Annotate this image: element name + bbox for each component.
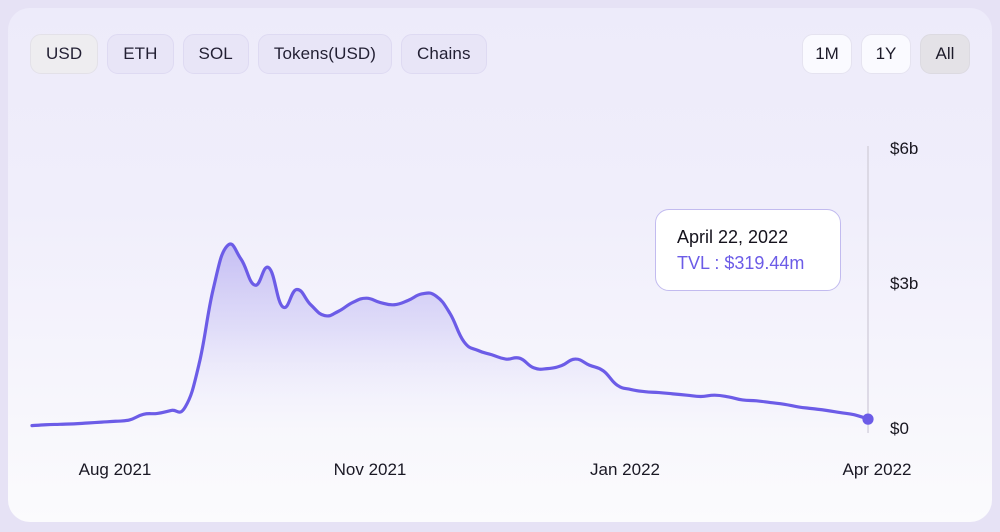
range-button-all-label: All <box>935 44 955 63</box>
chart-toolbar: USD ETH SOL Tokens(USD) Chains 1M 1Y All <box>8 8 992 92</box>
denomination-button-sol-label: SOL <box>198 44 233 63</box>
range-button-group: 1M 1Y All <box>802 34 970 74</box>
chart-screenshot: USD ETH SOL Tokens(USD) Chains 1M 1Y All… <box>0 0 1000 532</box>
denomination-button-usd-label: USD <box>46 44 83 63</box>
chart-plot-area[interactable]: $6b $3b $0 Aug 2021 Nov 2021 Jan 2022 Ap… <box>8 92 992 522</box>
range-button-1m[interactable]: 1M <box>802 34 852 74</box>
denomination-button-chains[interactable]: Chains <box>401 34 487 74</box>
denomination-button-eth-label: ETH <box>123 44 158 63</box>
denomination-button-usd[interactable]: USD <box>30 34 99 74</box>
x-axis-tick-aug-2021: Aug 2021 <box>78 460 152 479</box>
denomination-button-chains-label: Chains <box>417 44 471 63</box>
x-axis-tick-jan-2022: Jan 2022 <box>590 460 660 479</box>
denomination-button-tokens-usd[interactable]: Tokens(USD) <box>257 34 393 74</box>
range-button-1y[interactable]: 1Y <box>861 34 911 74</box>
denomination-button-eth[interactable]: ETH <box>107 34 174 74</box>
range-button-1y-label: 1Y <box>875 44 897 63</box>
range-button-1m-label: 1M <box>815 44 839 63</box>
denomination-button-tokens-usd-label: Tokens(USD) <box>273 44 377 63</box>
y-axis-tick-6b: $6b <box>890 139 919 158</box>
range-button-all[interactable]: All <box>920 34 970 74</box>
tooltip-date: April 22, 2022 <box>677 227 789 247</box>
y-axis-tick-0: $0 <box>890 419 909 438</box>
x-axis-tick-nov-2021: Nov 2021 <box>333 460 407 479</box>
denomination-button-sol[interactable]: SOL <box>182 34 249 74</box>
tvl-endpoint-dot[interactable] <box>862 413 874 425</box>
tvl-area-chart <box>30 146 874 433</box>
tooltip-value: TVL : $319.44m <box>677 253 805 273</box>
chart-tooltip: April 22, 2022 TVL : $319.44m <box>655 209 841 291</box>
y-axis-tick-3b: $3b <box>890 274 919 293</box>
tvl-chart-card: USD ETH SOL Tokens(USD) Chains 1M 1Y All… <box>8 8 992 522</box>
denomination-button-group: USD ETH SOL Tokens(USD) Chains <box>30 34 487 74</box>
x-axis-tick-apr-2022: Apr 2022 <box>842 460 912 479</box>
